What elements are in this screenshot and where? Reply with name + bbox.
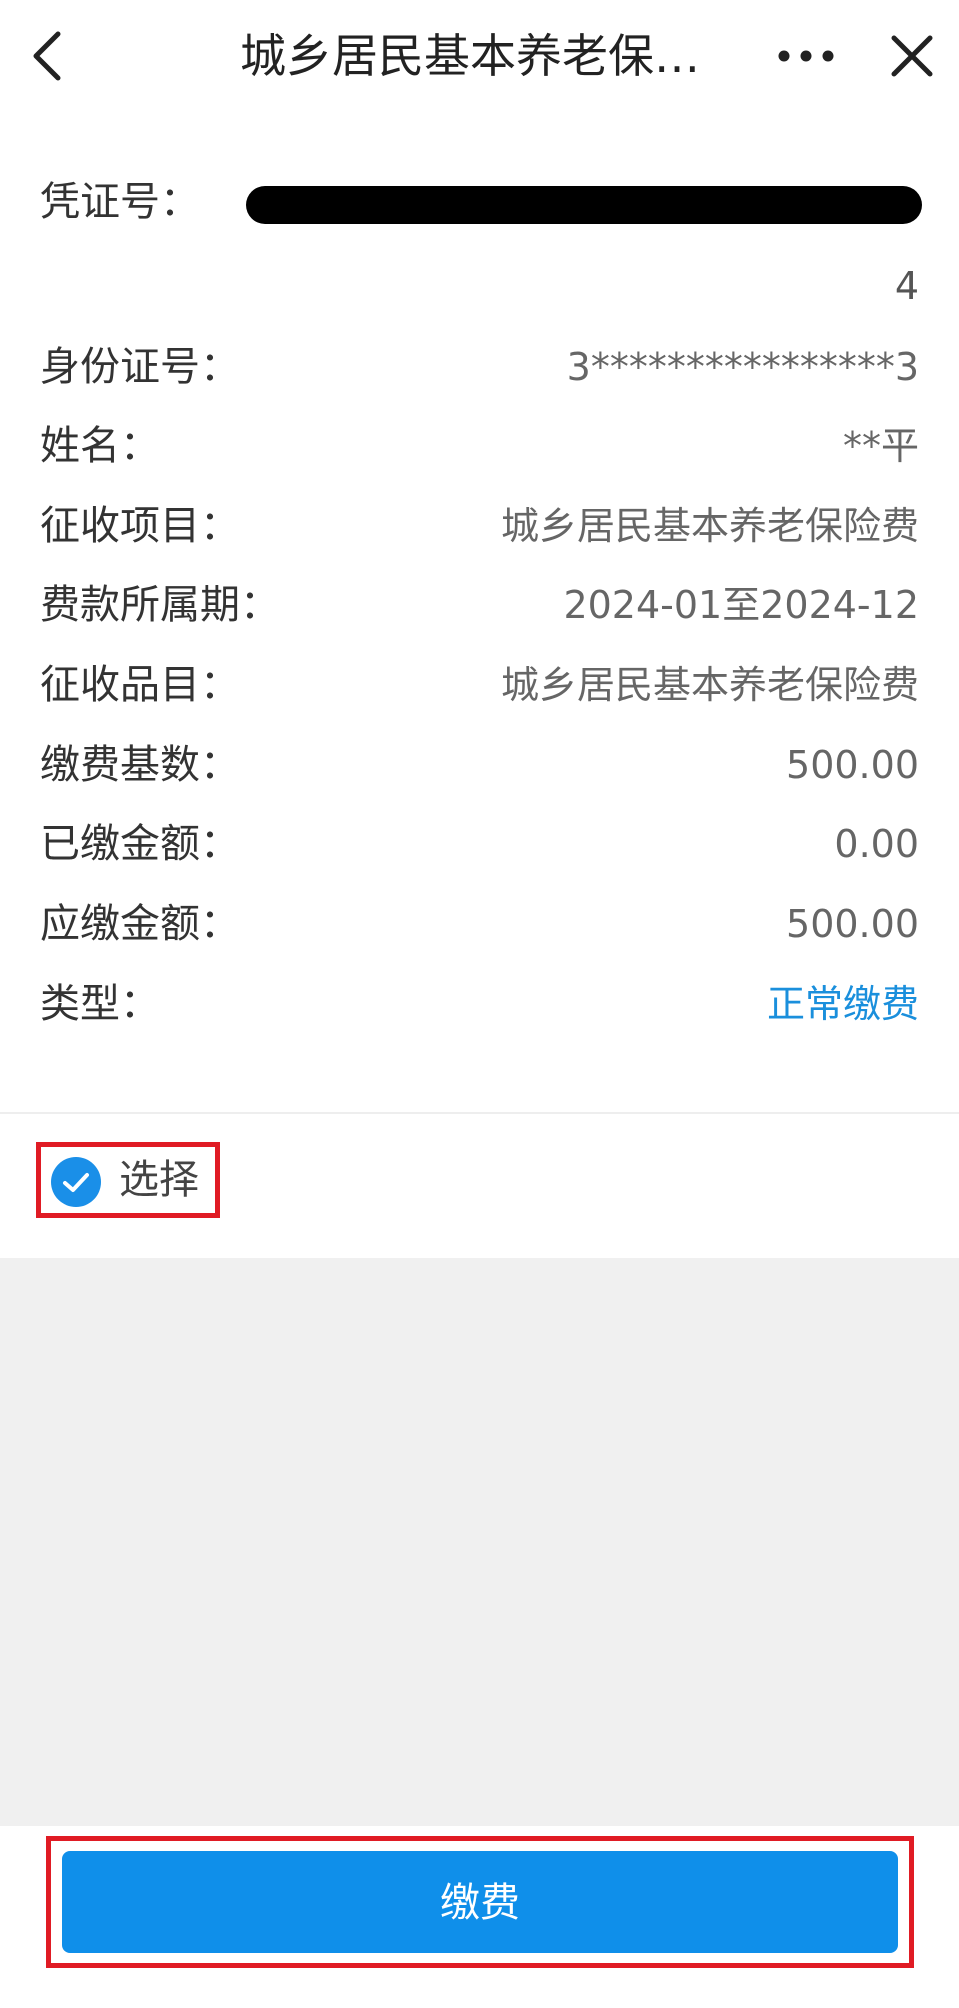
field-row-payment-period: 费款所属期： 2024-01至2024-12 xyxy=(40,575,919,635)
field-value: **平 xyxy=(842,424,919,468)
field-label: 类型： xyxy=(40,981,160,1027)
field-label: 征收品目： xyxy=(40,662,240,708)
field-value: 0.00 xyxy=(834,822,919,866)
pay-button[interactable]: 缴费 xyxy=(62,1851,898,1953)
field-label: 征收项目： xyxy=(40,503,240,549)
field-value: 3****************3 xyxy=(566,345,919,389)
field-value: 500.00 xyxy=(786,902,919,946)
field-label: 已缴金额： xyxy=(40,821,240,867)
field-value: 500.00 xyxy=(786,743,919,787)
field-row-paid-amount: 已缴金额： 0.00 xyxy=(40,814,919,874)
top-navigation-bar: 城乡居民基本养老保… xyxy=(0,0,959,112)
field-value: 城乡居民基本养老保险费 xyxy=(500,663,919,707)
checkmark-circle-icon[interactable] xyxy=(51,1157,101,1207)
back-arrow-icon[interactable] xyxy=(28,26,68,86)
select-label: 选择 xyxy=(119,1157,199,1203)
field-label: 应缴金额： xyxy=(40,901,240,947)
field-label: 缴费基数： xyxy=(40,742,240,788)
field-value: 城乡居民基本养老保险费 xyxy=(500,504,919,548)
field-row-collection-item: 征收项目： 城乡居民基本养老保险费 xyxy=(40,496,919,556)
field-row-payable-amount: 应缴金额： 500.00 xyxy=(40,894,919,954)
field-row-type: 类型： 正常缴费 xyxy=(40,974,919,1034)
field-row-id-number: 身份证号： 3****************3 xyxy=(40,337,919,397)
select-checkbox-highlight[interactable]: 选择 xyxy=(36,1142,220,1218)
redacted-voucher-number xyxy=(246,186,922,224)
more-options-icon[interactable] xyxy=(776,44,836,68)
voucher-number-label: 凭证号： xyxy=(40,179,200,225)
field-value: 2024-01至2024-12 xyxy=(563,583,919,627)
field-row-name: 姓名： **平 xyxy=(40,416,919,476)
field-row-payment-base: 缴费基数： 500.00 xyxy=(40,735,919,795)
field-row-collection-category: 征收品目： 城乡居民基本养老保险费 xyxy=(40,655,919,715)
empty-content-area xyxy=(0,1258,959,1826)
section-divider xyxy=(0,1112,959,1114)
close-icon[interactable] xyxy=(888,32,936,80)
pay-button-highlight: 缴费 xyxy=(46,1836,914,1968)
voucher-number-suffix: 4 xyxy=(894,264,919,308)
field-label: 姓名： xyxy=(40,423,160,469)
payment-type-value: 正常缴费 xyxy=(766,982,919,1026)
field-label: 身份证号： xyxy=(40,344,240,390)
page-title: 城乡居民基本养老保… xyxy=(240,29,700,83)
field-label: 费款所属期： xyxy=(40,582,280,628)
